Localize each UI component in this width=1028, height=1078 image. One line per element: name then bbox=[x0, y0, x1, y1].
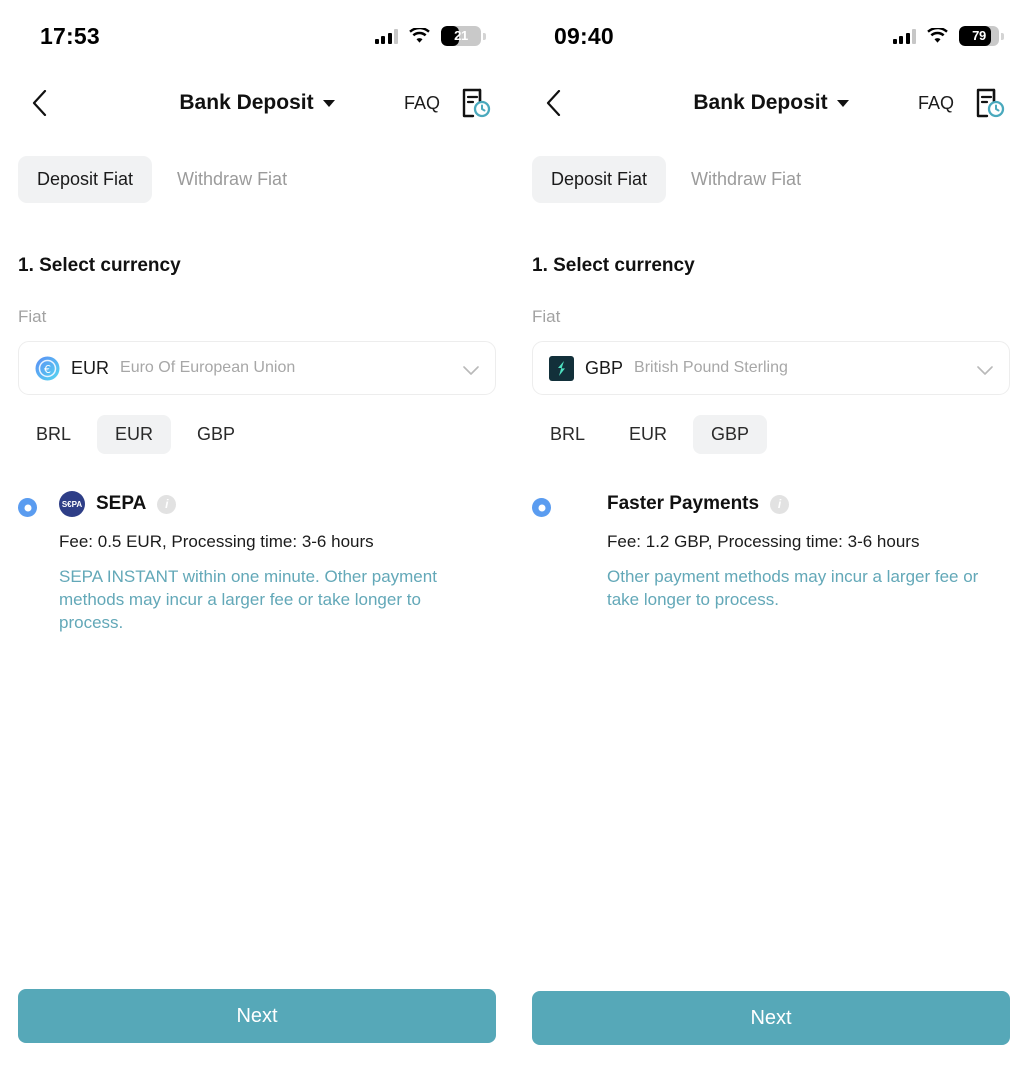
cellular-bars-icon bbox=[892, 28, 916, 44]
tab-deposit-fiat[interactable]: Deposit Fiat bbox=[532, 156, 667, 203]
screen-gbp: 09:40 79 Bank Deposit FAQ Deposit Fiat W… bbox=[514, 0, 1028, 1078]
page-title-text: Bank Deposit bbox=[179, 91, 314, 114]
page-title-text: Bank Deposit bbox=[693, 91, 828, 114]
payment-method-header: Faster Payments i bbox=[607, 490, 1010, 518]
chevron-down-icon[interactable] bbox=[836, 99, 849, 107]
faq-button[interactable]: FAQ bbox=[918, 93, 954, 114]
payment-method-fee: Fee: 1.2 GBP, Processing time: 3-6 hours bbox=[607, 532, 920, 551]
cellular-bars-icon bbox=[374, 28, 398, 44]
payment-method-option[interactable]: S€PA SEPA i Fee: 0.5 EUR, Processing tim… bbox=[18, 490, 496, 635]
currency-chip-gbp[interactable]: GBP bbox=[179, 415, 253, 454]
wifi-icon bbox=[409, 28, 430, 44]
wifi-icon bbox=[927, 28, 948, 44]
order-history-document-icon[interactable] bbox=[972, 86, 1006, 120]
status-bar: 09:40 79 bbox=[514, 0, 1028, 72]
payment-method-body: S€PA SEPA i Fee: 0.5 EUR, Processing tim… bbox=[59, 490, 496, 635]
status-clock: 17:53 bbox=[40, 22, 100, 49]
payment-method-note: Other payment methods may incur a larger… bbox=[607, 567, 979, 609]
back-button[interactable] bbox=[536, 86, 570, 120]
payment-method-fee: Fee: 0.5 EUR, Processing time: 3-6 hours bbox=[59, 532, 374, 551]
currency-name: Euro Of European Union bbox=[120, 359, 296, 376]
chevron-down-icon[interactable] bbox=[322, 99, 335, 107]
nav-bar: Bank Deposit FAQ bbox=[0, 72, 514, 134]
status-indicators: 79 bbox=[892, 26, 1004, 46]
tab-bar: Deposit Fiat Withdraw Fiat bbox=[0, 134, 514, 203]
tab-withdraw-fiat[interactable]: Withdraw Fiat bbox=[672, 156, 820, 203]
info-icon[interactable]: i bbox=[770, 494, 790, 514]
currency-select[interactable]: € EUR Euro Of European Union bbox=[18, 341, 496, 395]
faq-button[interactable]: FAQ bbox=[404, 93, 440, 114]
next-button[interactable]: Next bbox=[18, 989, 496, 1043]
order-history-document-icon[interactable] bbox=[458, 86, 492, 120]
currency-chip-row: BRL EUR GBP bbox=[532, 415, 1010, 454]
screen-eur: 17:53 21 Bank Deposit FAQ Deposit Fiat W… bbox=[0, 0, 514, 1078]
payment-method-name: SEPA bbox=[96, 493, 147, 514]
currency-select[interactable]: GBP British Pound Sterling bbox=[532, 341, 1010, 395]
currency-code: GBP bbox=[585, 357, 624, 378]
select-currency-section: 1. Select currency Fiat GBP British Poun… bbox=[514, 255, 1028, 612]
payment-method-body: Faster Payments i Fee: 1.2 GBP, Processi… bbox=[607, 490, 1010, 612]
next-button[interactable]: Next bbox=[532, 991, 1010, 1045]
chevron-down-icon[interactable] bbox=[977, 363, 993, 375]
currency-chip-eur[interactable]: EUR bbox=[97, 415, 172, 454]
tab-bar: Deposit Fiat Withdraw Fiat bbox=[514, 134, 1028, 203]
tab-deposit-fiat[interactable]: Deposit Fiat bbox=[18, 156, 153, 203]
battery-level: 79 bbox=[972, 28, 986, 43]
gbp-token-icon bbox=[549, 355, 574, 381]
currency-name: British Pound Sterling bbox=[634, 359, 788, 376]
currency-code: EUR bbox=[71, 357, 110, 378]
nav-actions: FAQ bbox=[918, 86, 1006, 120]
payment-method-header: S€PA SEPA i bbox=[59, 490, 496, 518]
battery-icon: 21 bbox=[441, 26, 486, 46]
payment-method-option[interactable]: Faster Payments i Fee: 1.2 GBP, Processi… bbox=[532, 490, 1010, 612]
payment-method-radio[interactable] bbox=[18, 498, 37, 517]
tab-withdraw-fiat[interactable]: Withdraw Fiat bbox=[158, 156, 306, 203]
back-button[interactable] bbox=[22, 86, 56, 120]
fiat-field-label: Fiat bbox=[18, 307, 47, 326]
payment-method-radio[interactable] bbox=[532, 498, 551, 517]
currency-chip-eur[interactable]: EUR bbox=[611, 415, 685, 454]
select-currency-section: 1. Select currency Fiat € EUR Euro Of Eu… bbox=[0, 255, 514, 635]
section-title: 1. Select currency bbox=[532, 255, 695, 276]
status-bar: 17:53 21 bbox=[0, 0, 514, 72]
status-clock: 09:40 bbox=[554, 22, 614, 49]
currency-chip-brl[interactable]: BRL bbox=[532, 415, 603, 454]
fiat-field-label: Fiat bbox=[532, 307, 561, 326]
dual-screenshot-container: 17:53 21 Bank Deposit FAQ Deposit Fiat W… bbox=[0, 0, 1028, 1078]
nav-bar: Bank Deposit FAQ bbox=[514, 72, 1028, 134]
eur-coin-icon: € bbox=[35, 356, 60, 381]
currency-chip-row: BRL EUR GBP bbox=[18, 415, 496, 454]
svg-text:€: € bbox=[44, 363, 51, 376]
payment-method-note: SEPA INSTANT within one minute. Other pa… bbox=[59, 567, 437, 632]
currency-chip-brl[interactable]: BRL bbox=[18, 415, 89, 454]
battery-icon: 79 bbox=[959, 26, 1004, 46]
status-indicators: 21 bbox=[374, 26, 486, 46]
svg-text:S€PA: S€PA bbox=[62, 500, 83, 509]
chevron-down-icon[interactable] bbox=[463, 363, 479, 375]
sepa-logo-icon: S€PA bbox=[59, 491, 85, 517]
payment-method-name: Faster Payments bbox=[607, 493, 760, 514]
battery-level: 21 bbox=[454, 28, 468, 43]
nav-actions: FAQ bbox=[404, 86, 492, 120]
info-icon[interactable]: i bbox=[157, 494, 177, 514]
currency-chip-gbp[interactable]: GBP bbox=[693, 415, 768, 454]
section-title: 1. Select currency bbox=[18, 255, 181, 276]
